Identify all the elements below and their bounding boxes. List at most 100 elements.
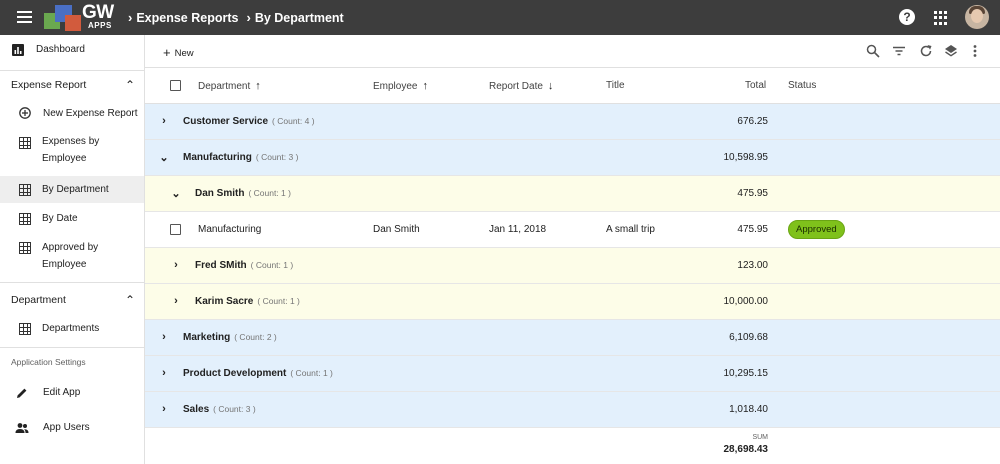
sort-ascending-icon: ↑: [255, 80, 261, 92]
column-header-total[interactable]: Total: [745, 80, 766, 91]
section-expense-report[interactable]: Expense Report: [11, 79, 86, 91]
subgroup-row-dan-smith[interactable]: ⌄ Dan Smith( Count: 1 ) 475.95: [145, 176, 1000, 212]
expand-chevron-icon[interactable]: ›: [158, 115, 170, 127]
group-total: 475.95: [737, 188, 768, 199]
group-total: 676.25: [737, 116, 768, 127]
people-icon: [15, 423, 29, 433]
group-row-customer-service[interactable]: › Customer Service( Count: 4 ) 676.25: [145, 104, 1000, 140]
chevron-right-icon: ›: [246, 10, 251, 25]
sidebar-item-expenses-by-employee[interactable]: Expenses by Employee: [0, 132, 144, 168]
help-icon[interactable]: ?: [899, 9, 915, 25]
sidebar-item-app-users[interactable]: App Users: [0, 417, 144, 439]
new-button[interactable]: + New: [163, 44, 194, 60]
sidebar-item-approved-by-employee[interactable]: Approved by Employee: [0, 238, 144, 274]
cell-department: Manufacturing: [198, 224, 262, 235]
group-count: ( Count: 3 ): [255, 152, 299, 162]
breadcrumb-expense-reports[interactable]: Expense Reports: [136, 11, 238, 25]
group-count: ( Count: 3 ): [213, 404, 256, 414]
column-header-status[interactable]: Status: [788, 80, 816, 91]
section-application-settings: Application Settings: [11, 357, 86, 367]
expand-chevron-icon[interactable]: ›: [158, 367, 170, 379]
more-vert-icon[interactable]: [971, 44, 979, 58]
group-count: ( Count: 1 ): [248, 188, 291, 198]
sidebar-item-label: App Users: [43, 422, 90, 433]
sidebar-item-label: Departments: [42, 323, 100, 334]
expand-chevron-icon[interactable]: ›: [158, 331, 170, 343]
sum-value: 28,698.43: [723, 444, 769, 455]
user-avatar[interactable]: [965, 5, 989, 29]
group-count: ( Count: 1 ): [250, 260, 294, 270]
group-name: Karim Sacre( Count: 1 ): [195, 296, 300, 307]
column-label: Report Date: [489, 80, 543, 92]
plus-icon: +: [163, 45, 171, 60]
sidebar-item-dashboard[interactable]: Dashboard: [0, 40, 144, 60]
group-row-sales[interactable]: › Sales( Count: 3 ) 1,018.40: [145, 392, 1000, 428]
group-total: 123.00: [737, 260, 768, 271]
group-row-product-development[interactable]: › Product Development( Count: 1 ) 10,295…: [145, 356, 1000, 392]
sidebar-item-label: Approved by Employee: [42, 242, 99, 270]
column-label: Status: [788, 80, 817, 91]
group-total: 10,295.15: [723, 368, 769, 379]
group-name: Dan Smith( Count: 1 ): [195, 188, 291, 199]
expand-chevron-icon[interactable]: ›: [158, 403, 170, 415]
group-row-manufacturing[interactable]: ⌄ Manufacturing( Count: 3 ) 10,598.95: [145, 140, 1000, 176]
sidebar-item-label: By Date: [42, 213, 78, 224]
sidebar-item-edit-app[interactable]: Edit App: [0, 382, 144, 404]
grid-header-row: Department ↑ Employee ↑ Report Date ↓ Title…: [145, 68, 1000, 104]
column-label: Employee: [373, 80, 418, 92]
apps-grid-icon[interactable]: [934, 11, 948, 25]
column-header-title[interactable]: Title: [606, 80, 625, 91]
group-name: Fred SMith( Count: 1 ): [195, 260, 294, 271]
breadcrumb: › Expense Reports › By Department: [128, 10, 352, 25]
new-button-label: New: [174, 48, 194, 59]
group-count: ( Count: 4 ): [272, 116, 315, 126]
cell-title: A small trip: [606, 224, 655, 235]
sidebar-item-departments[interactable]: Departments: [0, 318, 144, 340]
filter-icon[interactable]: [892, 44, 906, 58]
select-all-checkbox[interactable]: [170, 80, 181, 91]
subgroup-row-fred-smith[interactable]: › Fred SMith( Count: 1 ) 123.00: [145, 248, 1000, 284]
sidebar-item-label: Dashboard: [36, 44, 85, 55]
column-label: Department: [198, 80, 251, 92]
group-total: 10,598.95: [723, 152, 769, 163]
sum-label: SUM: [752, 434, 768, 441]
cell-report-date: Jan 11, 2018: [489, 224, 547, 235]
column-header-report-date[interactable]: Report Date ↓: [489, 80, 553, 92]
breadcrumb-by-department[interactable]: By Department: [255, 11, 344, 25]
group-name: Marketing( Count: 2 ): [183, 332, 277, 343]
expand-chevron-icon[interactable]: ›: [170, 259, 182, 271]
logo-subtext: APPS: [88, 21, 112, 30]
grid-footer: SUM 28,698.43: [145, 428, 1000, 464]
group-row-marketing[interactable]: › Marketing( Count: 2 ) 6,109.68: [145, 320, 1000, 356]
refresh-icon[interactable]: [919, 44, 933, 58]
divider: [0, 347, 144, 348]
collapse-caret-icon[interactable]: ⌃: [125, 293, 135, 307]
gw-apps-logo[interactable]: GW APPS: [44, 2, 116, 33]
subgroup-row-karim-sacre[interactable]: › Karim Sacre( Count: 1 ) 10,000.00: [145, 284, 1000, 320]
sidebar-item-label: New Expense Report: [43, 108, 138, 119]
layers-icon[interactable]: [944, 44, 958, 58]
menu-icon[interactable]: [17, 11, 32, 23]
expand-chevron-icon[interactable]: ›: [170, 295, 182, 307]
sidebar: Dashboard Expense Report ⌃ New Expense R…: [0, 35, 145, 464]
sidebar-item-by-date[interactable]: By Date: [0, 208, 144, 230]
status-badge: Approved: [788, 220, 845, 239]
chevron-right-icon: ›: [128, 10, 133, 25]
sidebar-item-by-department[interactable]: By Department: [0, 176, 144, 203]
group-total: 1,018.40: [729, 404, 768, 415]
grid-icon: [19, 213, 31, 225]
section-department[interactable]: Department: [11, 294, 66, 306]
table-row[interactable]: Manufacturing Dan Smith Jan 11, 2018 A s…: [145, 212, 1000, 248]
collapse-caret-icon[interactable]: ⌃: [125, 78, 135, 92]
column-header-employee[interactable]: Employee ↑: [373, 80, 428, 92]
row-checkbox[interactable]: [170, 224, 181, 235]
collapse-chevron-icon[interactable]: ⌄: [170, 187, 182, 200]
column-header-department[interactable]: Department ↑: [198, 80, 261, 92]
grid-icon: [19, 184, 31, 196]
sidebar-item-label: Edit App: [43, 387, 81, 398]
group-total: 6,109.68: [729, 332, 768, 343]
sidebar-item-new-expense-report[interactable]: New Expense Report: [0, 102, 144, 124]
collapse-chevron-icon[interactable]: ⌄: [158, 151, 170, 164]
divider: [0, 70, 144, 71]
search-icon[interactable]: [866, 44, 880, 58]
